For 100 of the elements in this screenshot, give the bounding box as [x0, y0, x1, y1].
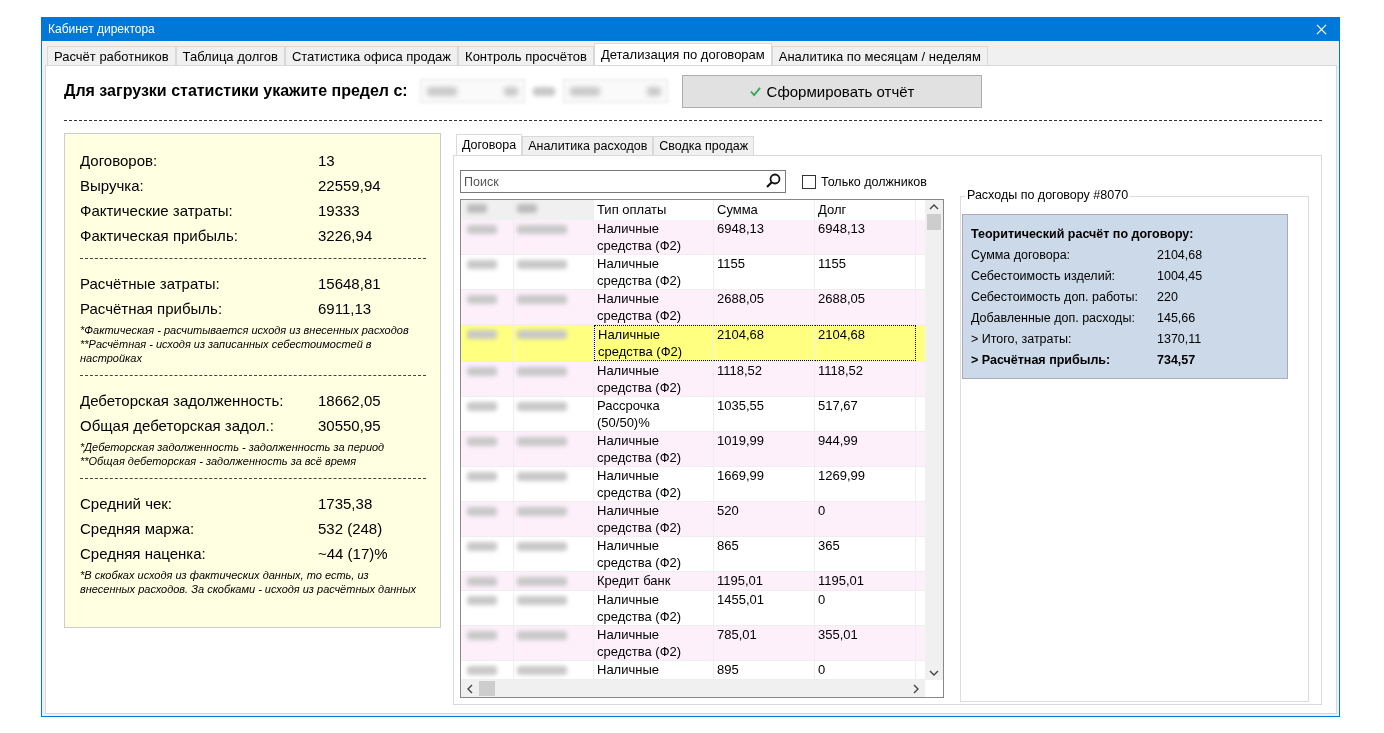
- table-cell: Наличные средства (Ф2): [597, 503, 682, 535]
- tab[interactable]: Аналитика по месяцам / неделям: [771, 46, 988, 65]
- table-cell: 1019,99: [717, 433, 764, 448]
- tab[interactable]: Сводка продаж: [653, 136, 754, 155]
- footnote: *Дебеторская задолженность - задолженность за период: [80, 440, 386, 454]
- footnote: **Расчётная - исходя из записанных себестоимостей в настройках: [80, 337, 373, 365]
- calc-label: > Итого, затраты:: [971, 331, 1073, 346]
- card-heading: Теоритический расчёт по договору:: [971, 225, 1195, 243]
- table-cell: 1455,01: [717, 592, 764, 607]
- redacted-text: [517, 437, 567, 446]
- redacted-text: [467, 437, 497, 446]
- stat-label: Расчётная прибыль:: [80, 300, 224, 317]
- window-title: Кабинет директора: [48, 22, 155, 36]
- redacted-text: [467, 402, 497, 411]
- redacted-text: [517, 631, 567, 640]
- group-title: Расходы по договору #8070: [965, 188, 1131, 202]
- table-row[interactable]: Наличные средства (Ф2) 1118,52 1118,52: [461, 362, 925, 397]
- redacted-text: [467, 330, 497, 339]
- redacted-text: [467, 577, 497, 586]
- table-row[interactable]: Наличные средства (Ф2) 2688,05 2688,05: [461, 290, 925, 325]
- redacted-text: [467, 542, 497, 551]
- stat-value: 6911,13: [318, 300, 372, 317]
- stat-label: Средний чек:: [80, 495, 174, 512]
- tab[interactable]: Таблица долгов: [175, 46, 285, 65]
- checkbox[interactable]: [802, 174, 816, 189]
- tab[interactable]: Расчёт работников: [47, 46, 176, 65]
- scroll-up-icon[interactable]: [929, 204, 939, 210]
- table-row[interactable]: Наличные средства (Ф2) 2104,68 2104,68: [461, 325, 925, 362]
- vertical-scrollbar[interactable]: [925, 200, 943, 680]
- tab[interactable]: Детализация по договорам: [593, 43, 772, 65]
- table-cell: Рассрочка (50/50)%: [597, 398, 660, 430]
- stat-label: Средняя наценка:: [80, 545, 207, 562]
- tab[interactable]: Контроль просчётов: [458, 46, 594, 65]
- footnote: *В скобках исходя из фактических данных, то есть, из внесенных расходов. За скобками - исходя из расчётных данных: [80, 568, 417, 596]
- table-row[interactable]: Наличные средства (Ф2) 1019,99 944,99: [461, 432, 925, 467]
- tab[interactable]: Договора: [456, 134, 523, 155]
- scroll-thumb[interactable]: [927, 214, 941, 230]
- stat-label: Расчётные затраты:: [80, 275, 221, 292]
- table-cell: Наличные средства (Ф2): [598, 327, 683, 359]
- redacted-text: [517, 367, 567, 376]
- table-cell: Наличные средства (Ф2): [597, 256, 682, 288]
- scroll-left-icon[interactable]: [467, 683, 473, 694]
- table-cell: Наличные: [597, 662, 659, 677]
- table-cell: Кредит банк: [597, 573, 671, 588]
- calc-value: 2104,68: [1157, 247, 1203, 262]
- redacted-text: [467, 507, 497, 516]
- table-cell: 865: [717, 538, 739, 553]
- table-cell: Наличные средства (Ф2): [597, 538, 682, 570]
- stat-value: 1735,38: [318, 495, 373, 512]
- scroll-thumb[interactable]: [479, 681, 495, 696]
- tab[interactable]: Статистика офиса продаж: [284, 46, 459, 65]
- table-row[interactable]: Кредит банк 1195,01 1195,01: [461, 572, 925, 591]
- stat-value: 532 (248): [318, 520, 383, 537]
- footnote: *Фактическая - расчитывается исходя из внесенных расходов: [80, 323, 410, 337]
- redacted-text: [467, 631, 497, 640]
- table-cell: 517,67: [818, 398, 858, 413]
- table-cell: 365: [818, 538, 840, 553]
- stat-value: 22559,94: [318, 177, 381, 194]
- scroll-right-icon[interactable]: [913, 683, 919, 694]
- redacted-text: [517, 542, 567, 551]
- table-row[interactable]: Наличные средства (Ф2) 520 0: [461, 502, 925, 537]
- date-field[interactable]: [563, 79, 668, 103]
- redacted-text: [517, 666, 567, 675]
- calc-label: > Расчётная прибыль:: [971, 352, 1112, 367]
- table-cell: 355,01: [818, 627, 858, 642]
- table-cell: 0: [818, 503, 826, 518]
- stat-value: 15648,81: [318, 275, 381, 292]
- table-cell: 6948,13: [818, 221, 865, 236]
- table-cell: 1669,99: [717, 468, 764, 483]
- table-cell: 1118,52: [818, 363, 864, 378]
- redacted-text: [533, 86, 555, 96]
- table-row[interactable]: Наличные средства (Ф2) 6948,13 6948,13: [461, 220, 925, 255]
- redacted-text: [467, 225, 497, 234]
- date-field[interactable]: [420, 79, 525, 103]
- table-cell: Наличные средства (Ф2): [597, 291, 682, 323]
- table-cell: 2104,68: [818, 327, 865, 342]
- scroll-down-icon[interactable]: [929, 670, 939, 676]
- search-icon[interactable]: [765, 173, 781, 189]
- close-icon[interactable]: [1316, 23, 1327, 35]
- redacted-text: [517, 577, 567, 586]
- period-label: Для загрузки статистики укажите предел с:: [64, 82, 409, 100]
- calc-value: 734,57: [1157, 352, 1196, 367]
- report-button[interactable]: Сформировать отчёт: [682, 74, 982, 108]
- stat-value: 18662,05: [318, 392, 381, 409]
- stat-label: Выручка:: [80, 177, 145, 194]
- redacted-text: [467, 472, 497, 481]
- calc-label: Добавленные доп. расходы:: [971, 310, 1136, 325]
- redacted-text: [467, 596, 497, 605]
- table-row[interactable]: Наличные средства (Ф2) 785,01 355,01: [461, 626, 925, 661]
- redacted-text: [467, 204, 487, 213]
- horizontal-scrollbar[interactable]: [461, 680, 925, 697]
- tab[interactable]: Аналитика расходов: [522, 136, 654, 155]
- search-field[interactable]: Поиск: [460, 170, 786, 193]
- table-cell: 1269,99: [818, 468, 865, 483]
- table-cell: 895: [717, 662, 739, 677]
- stat-label: Дебеторская задолженность:: [80, 392, 285, 409]
- stat-value: 3226,94: [318, 227, 373, 244]
- table-cell: 2688,05: [818, 291, 865, 306]
- redacted-text: [517, 472, 567, 481]
- table-cell: 1155: [818, 256, 846, 271]
